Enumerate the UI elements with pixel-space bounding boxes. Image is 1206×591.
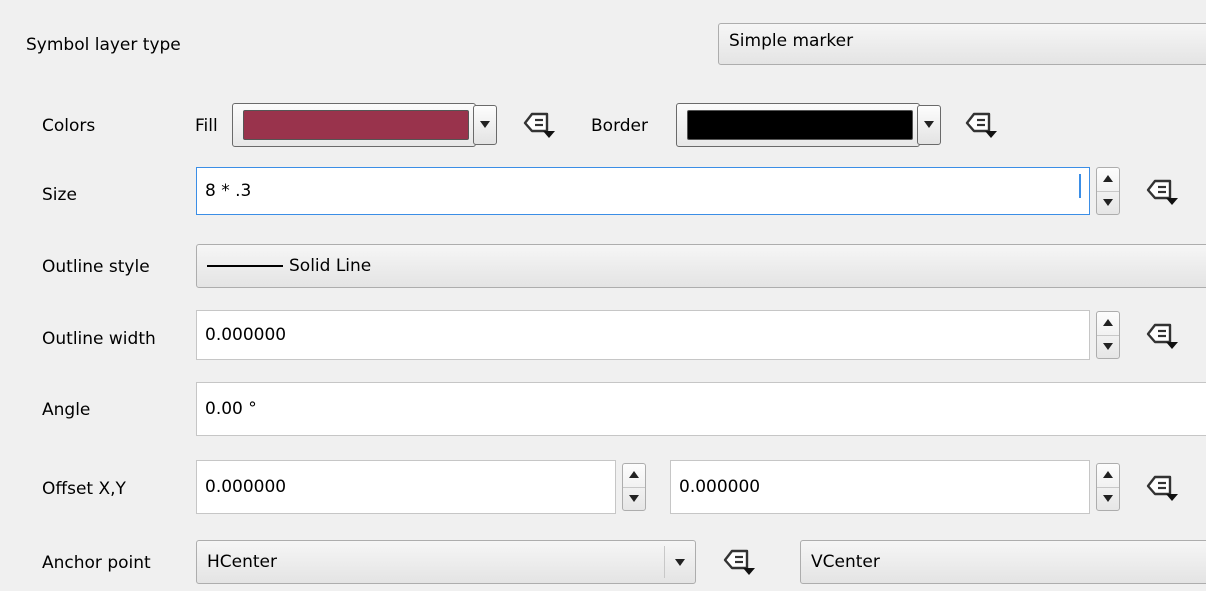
- size-label: Size: [42, 185, 77, 205]
- offset-y-spinbox[interactable]: [1096, 463, 1120, 511]
- anchor-point-label: Anchor point: [42, 553, 151, 573]
- border-color-button[interactable]: [676, 103, 920, 147]
- data-defined-override-icon[interactable]: [1144, 320, 1180, 352]
- combo-separator: [664, 546, 665, 578]
- border-color-swatch: [687, 110, 913, 140]
- symbol-layer-type-label: Symbol layer type: [26, 35, 181, 55]
- anchor-horizontal-combo[interactable]: HCenter: [196, 540, 696, 584]
- offset-y-decrement-button[interactable]: [1097, 487, 1119, 510]
- angle-label: Angle: [42, 400, 91, 420]
- offset-y-input[interactable]: 0.000000: [670, 460, 1090, 514]
- symbol-layer-type-value: Simple marker: [729, 31, 854, 51]
- triangle-down-icon: [1103, 343, 1113, 350]
- angle-value: 0.00 °: [205, 399, 257, 419]
- data-defined-override-icon[interactable]: [521, 109, 557, 141]
- outline-width-label: Outline width: [42, 329, 156, 349]
- data-defined-override-icon[interactable]: [1144, 176, 1180, 208]
- size-input[interactable]: 8 * .3: [196, 167, 1090, 215]
- outline-style-value: Solid Line: [289, 256, 372, 276]
- triangle-down-icon: [1103, 199, 1113, 206]
- size-value: 8 * .3: [205, 181, 252, 201]
- offset-label: Offset X,Y: [42, 479, 126, 499]
- offset-x-decrement-button[interactable]: [623, 487, 645, 510]
- offset-y-increment-button[interactable]: [1097, 464, 1119, 488]
- offset-y-value: 0.000000: [679, 477, 761, 497]
- border-color-dropdown[interactable]: [917, 105, 941, 145]
- fill-color-dropdown[interactable]: [473, 105, 497, 145]
- triangle-up-icon: [1103, 471, 1113, 478]
- fill-color-swatch: [243, 110, 469, 140]
- fill-color-button[interactable]: [232, 103, 476, 147]
- solid-line-preview-icon: [207, 265, 283, 267]
- outline-width-input[interactable]: 0.000000: [196, 310, 1090, 360]
- offset-x-increment-button[interactable]: [623, 464, 645, 488]
- offset-x-spinbox[interactable]: [622, 463, 646, 511]
- text-caret: [1079, 174, 1081, 198]
- triangle-up-icon: [1103, 319, 1113, 326]
- data-defined-override-icon[interactable]: [963, 109, 999, 141]
- triangle-up-icon: [1103, 175, 1113, 182]
- anchor-vertical-value: VCenter: [811, 552, 880, 572]
- triangle-down-icon: [629, 495, 639, 502]
- outline-width-increment-button[interactable]: [1097, 312, 1119, 336]
- angle-input[interactable]: 0.00 °: [196, 382, 1206, 436]
- size-spinbox[interactable]: [1096, 167, 1120, 215]
- outline-style-combo[interactable]: Solid Line: [196, 244, 1206, 288]
- offset-x-input[interactable]: 0.000000: [196, 460, 616, 514]
- outline-style-label: Outline style: [42, 257, 150, 277]
- chevron-down-icon: [924, 121, 934, 128]
- outline-width-spinbox[interactable]: [1096, 311, 1120, 359]
- fill-label: Fill: [195, 116, 218, 136]
- border-label: Border: [591, 116, 648, 136]
- size-increment-button[interactable]: [1097, 168, 1119, 192]
- triangle-up-icon: [629, 471, 639, 478]
- chevron-down-icon[interactable]: [675, 559, 685, 566]
- colors-label: Colors: [42, 116, 96, 136]
- triangle-down-icon: [1103, 495, 1113, 502]
- symbol-layer-type-combo[interactable]: Simple marker: [718, 23, 1206, 65]
- size-decrement-button[interactable]: [1097, 191, 1119, 214]
- chevron-down-icon: [480, 121, 490, 128]
- anchor-horizontal-value: HCenter: [207, 552, 278, 572]
- outline-width-decrement-button[interactable]: [1097, 335, 1119, 358]
- data-defined-override-icon[interactable]: [1144, 472, 1180, 504]
- anchor-vertical-combo[interactable]: VCenter: [800, 540, 1206, 584]
- outline-width-value: 0.000000: [205, 325, 287, 345]
- data-defined-override-icon[interactable]: [721, 546, 757, 578]
- offset-x-value: 0.000000: [205, 477, 287, 497]
